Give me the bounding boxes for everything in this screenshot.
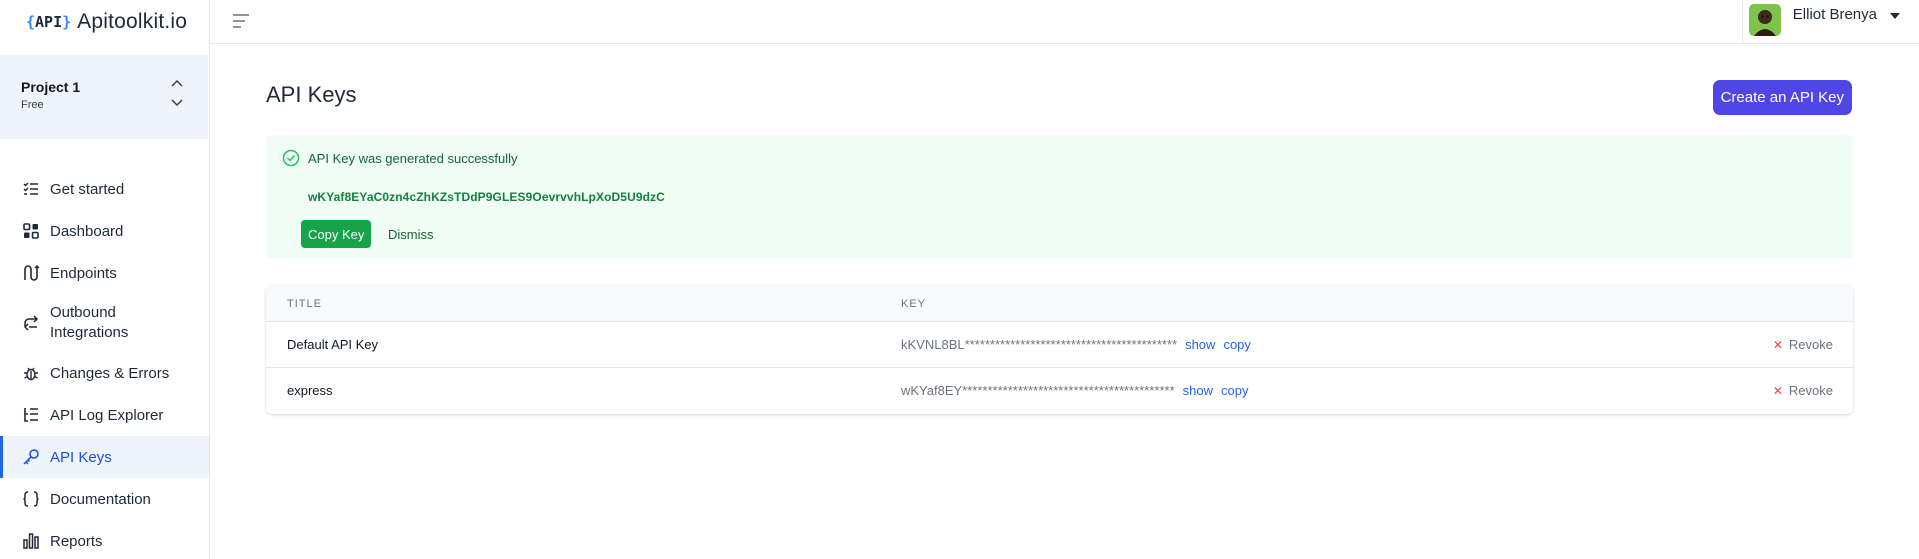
create-api-key-button[interactable]: Create an API Key: [1712, 80, 1852, 115]
revoke-label: Revoke: [1788, 337, 1833, 352]
sidebar-item-label: Documentation: [50, 490, 151, 508]
caret-down-icon: [1890, 13, 1900, 19]
bug-icon: [22, 364, 40, 382]
success-alert: API Key was generated successfully wKYaf…: [266, 135, 1853, 259]
column-header-title: TITLE: [287, 298, 322, 310]
revoke-label: Revoke: [1788, 383, 1833, 398]
sidebar-item-reports[interactable]: Reports: [0, 520, 209, 559]
user-name: Elliot Brenya: [1792, 5, 1877, 23]
chevron-down-icon: [171, 99, 183, 107]
logo-text: Apitoolkit.io: [77, 10, 188, 33]
generated-key: wKYaf8EYaC0zn4cZhKZsTDdP9GLES9OevrvvhLpX…: [308, 190, 665, 204]
topbar: Elliot Brenya: [210, 0, 1919, 44]
sidebar-item-label: API Log Explorer: [50, 406, 164, 424]
column-header-key: KEY: [901, 298, 927, 310]
project-switcher[interactable]: Project 1 Free: [0, 55, 208, 139]
route-icon: [22, 264, 40, 282]
user-menu[interactable]: Elliot Brenya: [1748, 4, 1901, 36]
sidebar-item-label: API Keys: [50, 448, 112, 466]
sidebar-item-api-keys[interactable]: API Keys: [0, 436, 209, 478]
alert-title: API Key was generated successfully: [308, 151, 518, 166]
table-row: Default API Key kKVNL8BL****************…: [266, 322, 1853, 368]
page-title: API Keys: [266, 82, 357, 107]
sidebar-nav: Get started Dashboard Endpoints Outbound…: [0, 168, 209, 559]
bar-chart-icon: [22, 532, 40, 550]
checklist-icon: [22, 180, 40, 198]
revoke-button[interactable]: ✕ Revoke: [1773, 383, 1833, 398]
close-icon: ✕: [1772, 383, 1783, 398]
sidebar-item-label: Endpoints: [50, 264, 117, 282]
key-title: express: [287, 383, 333, 398]
copy-key-link[interactable]: copy: [1223, 337, 1250, 352]
project-chevrons: [170, 79, 184, 107]
table-header: TITLE KEY: [266, 285, 1853, 322]
sidebar-item-endpoints[interactable]: Endpoints: [0, 252, 209, 294]
close-icon: ✕: [1772, 337, 1783, 352]
sidebar-item-label: Changes & Errors: [50, 364, 170, 382]
logo[interactable]: {API} Apitoolkit.io: [0, 0, 209, 44]
logo-mark: {API}: [26, 13, 72, 31]
sidebar-item-label: Outbound Integrations: [50, 304, 129, 341]
sidebar-item-get-started[interactable]: Get started: [0, 168, 209, 210]
sidebar-item-label: Dashboard: [50, 222, 124, 240]
list-tree-icon: [22, 406, 40, 424]
key-icon: [22, 448, 40, 466]
copy-key-link[interactable]: copy: [1221, 383, 1248, 398]
chevron-up-icon: [171, 79, 183, 87]
sidebar-item-dashboard[interactable]: Dashboard: [0, 210, 209, 252]
revoke-button[interactable]: ✕ Revoke: [1773, 337, 1833, 352]
outbound-icon: [22, 314, 40, 332]
key-masked: wKYaf8EY********************************…: [901, 383, 1249, 398]
table-row: express wKYaf8EY************************…: [266, 368, 1853, 414]
dismiss-button[interactable]: Dismiss: [388, 220, 434, 248]
sidebar-item-outbound-integrations[interactable]: Outbound Integrations: [0, 294, 209, 352]
check-circle-icon: [282, 149, 300, 167]
sidebar-item-label: Get started: [50, 180, 125, 198]
key-value: wKYaf8EY********************************…: [901, 383, 1175, 398]
sidebar-item-documentation[interactable]: Documentation: [0, 478, 209, 520]
sidebar-item-label: Reports: [50, 532, 103, 550]
key-value: kKVNL8BL********************************…: [901, 337, 1178, 352]
sidebar: {API} Apitoolkit.io Project 1 Free Get s…: [0, 0, 210, 559]
sidebar-item-changes-errors[interactable]: Changes & Errors: [0, 352, 209, 394]
topbar-divider: [1742, 0, 1743, 44]
menu-toggle-icon[interactable]: [230, 10, 252, 32]
show-key-link[interactable]: show: [1185, 337, 1215, 352]
braces-icon: [22, 490, 40, 508]
api-keys-table: TITLE KEY Default API Key kKVNL8BL******…: [266, 285, 1853, 414]
sidebar-item-api-log-explorer[interactable]: API Log Explorer: [0, 394, 209, 436]
show-key-link[interactable]: show: [1183, 383, 1213, 398]
grid-icon: [22, 222, 40, 240]
main-content: API Keys Create an API Key API Key was g…: [210, 45, 1919, 559]
app-root: {API} Apitoolkit.io Project 1 Free Get s…: [0, 0, 1919, 559]
copy-key-button[interactable]: Copy Key: [301, 220, 372, 248]
key-masked: kKVNL8BL********************************…: [901, 337, 1251, 352]
avatar: [1748, 4, 1781, 36]
key-title: Default API Key: [287, 337, 379, 352]
